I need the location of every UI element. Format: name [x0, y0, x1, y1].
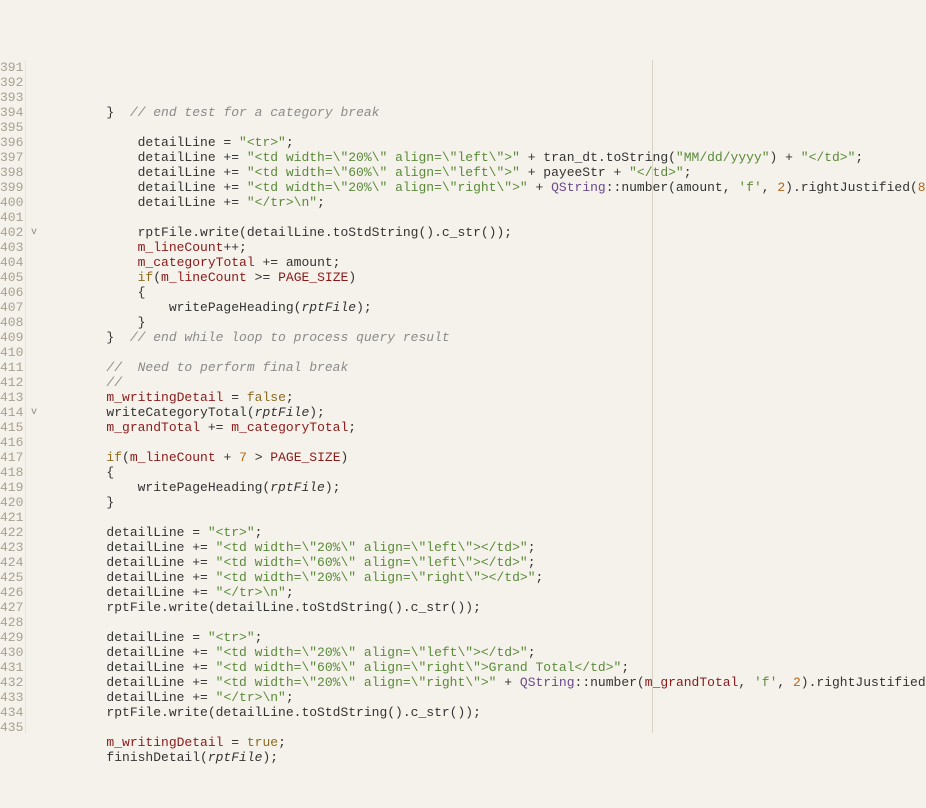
line-number[interactable]: 425	[0, 570, 23, 585]
line-number-gutter[interactable]: 3913923933943953963973983994004014024034…	[0, 60, 26, 733]
line-number[interactable]: 408	[0, 315, 23, 330]
code-line[interactable]	[44, 510, 926, 525]
line-number[interactable]: 414	[0, 405, 23, 420]
code-line[interactable]: detailLine += "</tr>\n";	[44, 585, 926, 600]
code-line[interactable]: rptFile.write(detailLine.toStdString().c…	[44, 225, 926, 240]
code-line[interactable]: //	[44, 375, 926, 390]
line-number[interactable]: 418	[0, 465, 23, 480]
line-number[interactable]: 427	[0, 600, 23, 615]
code-line[interactable]: writeCategoryTotal(rptFile);	[44, 405, 926, 420]
code-line[interactable]: if(m_lineCount + 7 > PAGE_SIZE)	[44, 450, 926, 465]
fold-toggle-icon[interactable]: v	[28, 405, 40, 420]
line-number[interactable]: 402	[0, 225, 23, 240]
code-line[interactable]: detailLine += "</tr>\n";	[44, 195, 926, 210]
line-number[interactable]: 396	[0, 135, 23, 150]
fold-toggle-icon[interactable]: v	[28, 225, 40, 240]
line-number[interactable]: 432	[0, 675, 23, 690]
code-line[interactable]: writePageHeading(rptFile);	[44, 480, 926, 495]
code-line[interactable]: detailLine += "</tr>\n";	[44, 690, 926, 705]
code-line[interactable]: detailLine += "<td width=\"20%\" align=\…	[44, 675, 926, 690]
code-line[interactable]: rptFile.write(detailLine.toStdString().c…	[44, 600, 926, 615]
line-number[interactable]: 434	[0, 705, 23, 720]
line-number[interactable]: 397	[0, 150, 23, 165]
line-number[interactable]: 429	[0, 630, 23, 645]
code-line[interactable]: m_grandTotal += m_categoryTotal;	[44, 420, 926, 435]
line-number[interactable]: 430	[0, 645, 23, 660]
code-line[interactable]: }	[44, 495, 926, 510]
line-number[interactable]: 406	[0, 285, 23, 300]
line-number[interactable]: 413	[0, 390, 23, 405]
code-area[interactable]: } // end test for a category break detai…	[42, 60, 926, 733]
line-number[interactable]: 417	[0, 450, 23, 465]
line-number[interactable]: 392	[0, 75, 23, 90]
code-line[interactable]: detailLine += "<td width=\"20%\" align=\…	[44, 570, 926, 585]
line-number[interactable]: 420	[0, 495, 23, 510]
code-line[interactable]: finishDetail(rptFile);	[44, 750, 926, 765]
line-number[interactable]: 424	[0, 555, 23, 570]
code-line[interactable]: m_writingDetail = false;	[44, 390, 926, 405]
code-line[interactable]	[44, 345, 926, 360]
line-number[interactable]: 426	[0, 585, 23, 600]
code-line[interactable]: {	[44, 285, 926, 300]
line-number[interactable]: 395	[0, 120, 23, 135]
line-number[interactable]: 433	[0, 690, 23, 705]
code-line[interactable]	[44, 210, 926, 225]
line-number[interactable]: 409	[0, 330, 23, 345]
line-number[interactable]: 400	[0, 195, 23, 210]
line-number[interactable]: 415	[0, 420, 23, 435]
line-number[interactable]: 391	[0, 60, 23, 75]
line-number[interactable]: 403	[0, 240, 23, 255]
line-number[interactable]: 435	[0, 720, 23, 735]
line-number[interactable]: 399	[0, 180, 23, 195]
line-number[interactable]: 410	[0, 345, 23, 360]
code-line[interactable]: // Need to perform final break	[44, 360, 926, 375]
line-number[interactable]: 422	[0, 525, 23, 540]
code-line[interactable]: detailLine += "<td width=\"20%\" align=\…	[44, 540, 926, 555]
line-number[interactable]: 393	[0, 90, 23, 105]
code-line[interactable]: detailLine = "<tr>";	[44, 525, 926, 540]
code-line[interactable]	[44, 435, 926, 450]
line-number[interactable]: 419	[0, 480, 23, 495]
line-number[interactable]: 411	[0, 360, 23, 375]
code-line[interactable]: detailLine += "<td width=\"60%\" align=\…	[44, 165, 926, 180]
line-number[interactable]: 416	[0, 435, 23, 450]
code-line[interactable]	[44, 765, 926, 780]
line-number[interactable]: 401	[0, 210, 23, 225]
code-line[interactable]: detailLine = "<tr>";	[44, 630, 926, 645]
code-line[interactable]	[44, 615, 926, 630]
line-number[interactable]: 421	[0, 510, 23, 525]
line-number[interactable]: 404	[0, 255, 23, 270]
code-line[interactable]: } // end while loop to process query res…	[44, 330, 926, 345]
code-line[interactable]: rptFile.write(detailLine.toStdString().c…	[44, 705, 926, 720]
code-line[interactable]: detailLine += "<td width=\"20%\" align=\…	[44, 645, 926, 660]
line-number[interactable]: 398	[0, 165, 23, 180]
code-line[interactable]: {	[44, 465, 926, 480]
code-line[interactable]: m_lineCount++;	[44, 240, 926, 255]
code-line[interactable]: detailLine += "<td width=\"20%\" align=\…	[44, 150, 926, 165]
code-line[interactable]: detailLine += "<td width=\"20%\" align=\…	[44, 180, 926, 195]
line-number[interactable]: 428	[0, 615, 23, 630]
line-number[interactable]: 412	[0, 375, 23, 390]
line-number[interactable]: 407	[0, 300, 23, 315]
code-line[interactable]	[44, 120, 926, 135]
code-editor: 3913923933943953963973983994004014024034…	[0, 60, 926, 733]
fold-column[interactable]: vv	[26, 60, 42, 733]
code-line[interactable]: writePageHeading(rptFile);	[44, 300, 926, 315]
code-line[interactable]: if(m_lineCount >= PAGE_SIZE)	[44, 270, 926, 285]
code-line[interactable]: }	[44, 315, 926, 330]
line-number[interactable]: 405	[0, 270, 23, 285]
code-line[interactable]: m_categoryTotal += amount;	[44, 255, 926, 270]
line-number[interactable]: 394	[0, 105, 23, 120]
code-line[interactable]: } // end test for a category break	[44, 105, 926, 120]
code-line[interactable]: m_writingDetail = true;	[44, 735, 926, 750]
code-line[interactable]	[44, 720, 926, 735]
code-line[interactable]: detailLine += "<td width=\"60%\" align=\…	[44, 555, 926, 570]
line-number[interactable]: 423	[0, 540, 23, 555]
code-line[interactable]: detailLine = "<tr>";	[44, 135, 926, 150]
